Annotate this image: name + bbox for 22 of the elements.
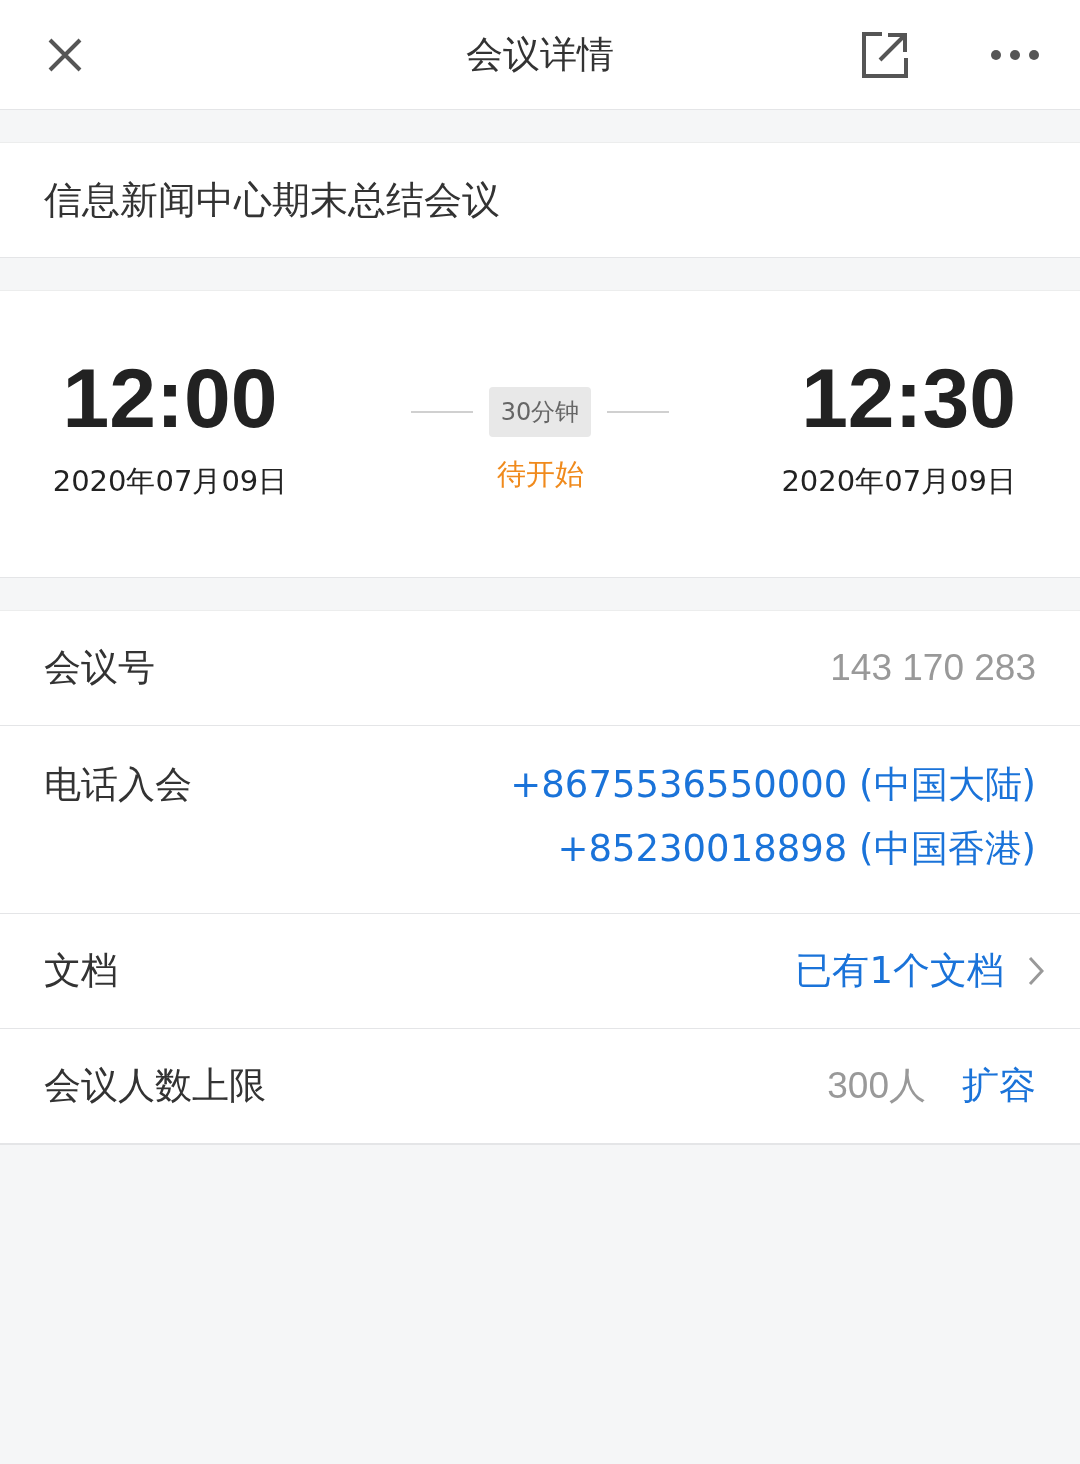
chevron-right-icon xyxy=(1028,956,1044,986)
row-label: 会议号 xyxy=(44,645,155,691)
duration-badge: 30分钟 xyxy=(488,387,592,437)
end-date: 2020年07月09日 xyxy=(781,463,1016,500)
documents-link[interactable]: 已有1个文档 xyxy=(795,946,1044,996)
more-icon[interactable] xyxy=(990,48,1040,61)
page-title: 会议详情 xyxy=(465,31,615,78)
phone-link[interactable]: +8675536550000 (中国大陆) xyxy=(510,760,1036,810)
share-icon[interactable] xyxy=(860,29,910,80)
participant-limit: 300人 xyxy=(827,1064,926,1108)
row-label: 会议人数上限 xyxy=(44,1063,266,1109)
phone-link[interactable]: +85230018898 (中国香港) xyxy=(557,824,1036,874)
row-label: 文档 xyxy=(44,948,118,994)
expand-link[interactable]: 扩容 xyxy=(962,1061,1036,1111)
row-label: 电话入会 xyxy=(44,762,192,808)
start-time: 12:00 xyxy=(62,356,278,440)
end-time: 12:30 xyxy=(801,356,1016,440)
meeting-status: 待开始 xyxy=(496,456,584,493)
start-date: 2020年07月09日 xyxy=(52,463,288,500)
meeting-subject: 信息新闻中心期末总结会议 xyxy=(43,176,501,224)
close-icon[interactable] xyxy=(47,36,83,73)
meeting-number: 143 170 283 xyxy=(830,647,1036,689)
